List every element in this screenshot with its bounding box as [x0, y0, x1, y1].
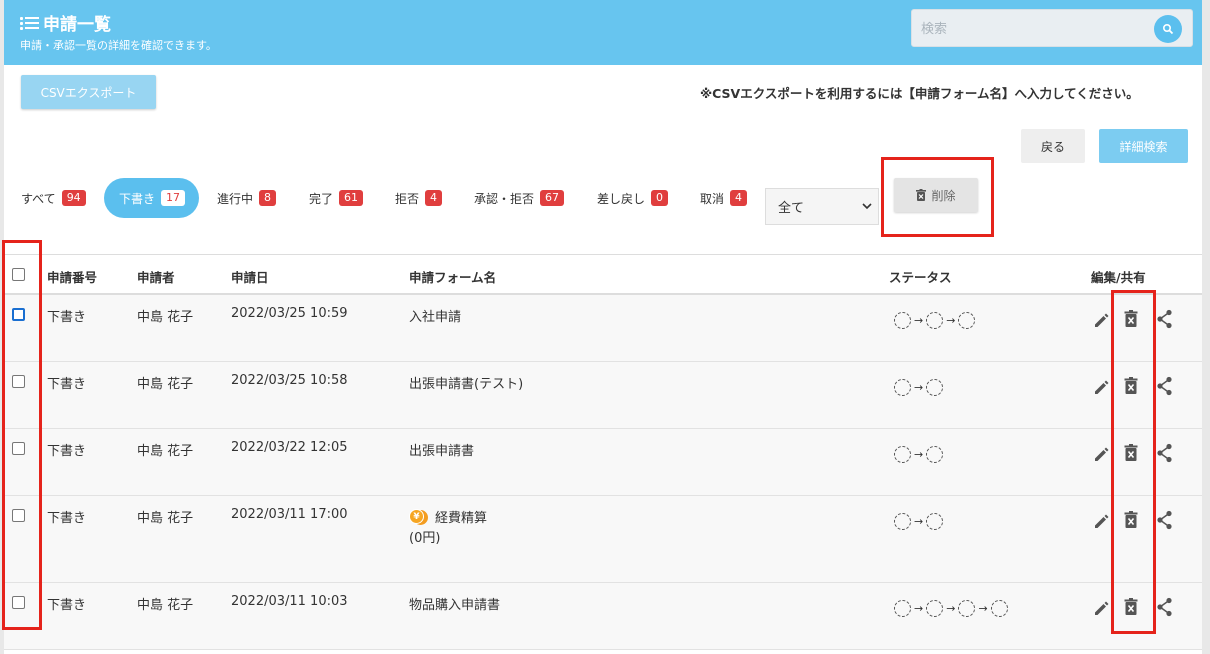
- page-header: 申請一覧 申請・承認一覧の詳細を確認できます。: [4, 0, 1202, 65]
- status-flow: → → →: [894, 600, 1008, 617]
- cell-applicant: 中島 花子: [137, 598, 194, 613]
- tab-in-progress[interactable]: 進行中 8: [217, 178, 277, 218]
- edit-icon[interactable]: [1093, 512, 1111, 530]
- count-badge: 67: [540, 190, 565, 206]
- status-step-icon: [958, 312, 976, 329]
- cell-date: 2022/03/25 10:58: [231, 373, 348, 388]
- table-row[interactable]: 下書き 中島 花子 2022/03/25 10:59 入社申請 → →: [4, 295, 1202, 362]
- count-badge: 4: [425, 190, 443, 206]
- status-step-icon: [990, 600, 1008, 617]
- highlight-box-trash-icons: [1111, 290, 1156, 634]
- cell-form-link[interactable]: ¥ 経費精算: [409, 507, 487, 526]
- cell-form-link[interactable]: 入社申請: [409, 306, 461, 325]
- list-icon: [20, 13, 40, 33]
- cell-form-link[interactable]: 物品購入申請書: [409, 594, 500, 613]
- edit-icon[interactable]: [1093, 445, 1111, 463]
- csv-export-note: ※CSVエクスポートを利用するには【申請フォーム名】へ入力してください。: [700, 86, 1139, 101]
- csv-export-button[interactable]: CSVエクスポート: [21, 75, 156, 109]
- status-step-icon: [894, 312, 911, 329]
- count-badge: 0: [651, 190, 669, 206]
- chevron-down-icon: [862, 203, 872, 210]
- count-badge: 8: [259, 190, 277, 206]
- status-step-icon: [894, 513, 911, 530]
- cell-form-link[interactable]: 出張申請書(テスト): [409, 373, 523, 392]
- cell-date: 2022/03/11 10:03: [231, 594, 348, 609]
- share-icon[interactable]: [1156, 597, 1174, 617]
- col-status: ステータス: [889, 270, 952, 285]
- col-number: 申請番号: [47, 270, 98, 285]
- cell-date: 2022/03/22 12:05: [231, 440, 348, 455]
- col-date: 申請日: [231, 270, 269, 285]
- page-title: 申請一覧: [43, 15, 111, 35]
- count-badge: 61: [339, 190, 364, 206]
- tab-returned[interactable]: 差し戻し 0: [597, 178, 669, 218]
- tab-approved-rejected[interactable]: 承認・拒否 67: [474, 178, 565, 218]
- status-flow: → →: [894, 312, 976, 329]
- page-subtitle: 申請・承認一覧の詳細を確認できます。: [20, 39, 217, 52]
- cell-applicant: 中島 花子: [137, 444, 194, 459]
- search-box: [911, 9, 1193, 47]
- tab-all[interactable]: すべて 94: [21, 178, 86, 218]
- table-header: 申請番号 申請者 申請日 申請フォーム名 ステータス 編集/共有: [4, 254, 1202, 295]
- status-step-icon: [926, 446, 944, 463]
- cell-applicant: 中島 花子: [137, 511, 194, 526]
- yen-coin-icon: ¥: [409, 509, 429, 525]
- share-icon[interactable]: [1156, 510, 1174, 530]
- status-step-icon: [926, 379, 944, 396]
- tab-completed[interactable]: 完了 61: [309, 178, 364, 218]
- cell-number: 下書き: [47, 511, 87, 526]
- advanced-search-button[interactable]: 詳細検索: [1099, 129, 1188, 163]
- status-flow: →: [894, 379, 944, 396]
- count-badge: 4: [730, 190, 748, 206]
- count-badge: 17: [161, 190, 186, 206]
- title-row: 申請一覧: [20, 10, 111, 35]
- cell-form-amount: (0円): [409, 531, 441, 546]
- tab-cancelled[interactable]: 取消 4: [700, 178, 748, 218]
- table-row[interactable]: 下書き 中島 花子 2022/03/11 17:00 ¥ 経費精算 (0円) →: [4, 496, 1202, 583]
- cell-date: 2022/03/11 17:00: [231, 507, 348, 522]
- table-row[interactable]: 下書き 中島 花子 2022/03/25 10:58 出張申請書(テスト) →: [4, 362, 1202, 429]
- status-flow: →: [894, 446, 944, 463]
- status-step-icon: [926, 600, 944, 617]
- cell-applicant: 中島 花子: [137, 310, 194, 325]
- table-row[interactable]: 下書き 中島 花子 2022/03/22 12:05 出張申請書 →: [4, 429, 1202, 496]
- search-input[interactable]: [921, 19, 1141, 39]
- cell-date: 2022/03/25 10:59: [231, 306, 348, 321]
- share-icon[interactable]: [1156, 309, 1174, 329]
- count-badge: 94: [61, 190, 86, 206]
- status-step-icon: [926, 513, 944, 530]
- status-flow: →: [894, 513, 944, 530]
- col-edit-share: 編集/共有: [1091, 270, 1146, 285]
- highlight-box-checkboxes: [2, 240, 42, 630]
- status-step-icon: [926, 312, 944, 329]
- tab-rejected[interactable]: 拒否 4: [395, 178, 443, 218]
- status-step-icon: [894, 446, 911, 463]
- col-applicant: 申請者: [137, 270, 175, 285]
- share-icon[interactable]: [1156, 443, 1174, 463]
- cell-applicant: 中島 花子: [137, 377, 194, 392]
- window-frame-right: [1202, 0, 1210, 654]
- status-step-icon: [894, 600, 911, 617]
- status-step-icon: [958, 600, 976, 617]
- edit-icon[interactable]: [1093, 378, 1111, 396]
- cell-number: 下書き: [47, 377, 87, 392]
- highlight-box-delete: [881, 157, 994, 237]
- share-icon[interactable]: [1156, 376, 1174, 396]
- col-form: 申請フォーム名: [409, 270, 497, 285]
- edit-icon[interactable]: [1093, 599, 1111, 617]
- table-row[interactable]: 下書き 中島 花子 2022/03/11 10:03 物品購入申請書 → → →: [4, 583, 1202, 650]
- filter-select[interactable]: 全て: [765, 188, 879, 225]
- cell-number: 下書き: [47, 598, 87, 613]
- tab-draft[interactable]: 下書き 17: [104, 178, 200, 218]
- edit-icon[interactable]: [1093, 311, 1111, 329]
- search-button[interactable]: [1154, 15, 1182, 43]
- search-icon: [1162, 23, 1174, 35]
- status-step-icon: [894, 379, 911, 396]
- cell-form-link[interactable]: 出張申請書: [409, 440, 474, 459]
- cell-number: 下書き: [47, 444, 87, 459]
- cell-number: 下書き: [47, 310, 87, 325]
- back-button[interactable]: 戻る: [1021, 129, 1085, 163]
